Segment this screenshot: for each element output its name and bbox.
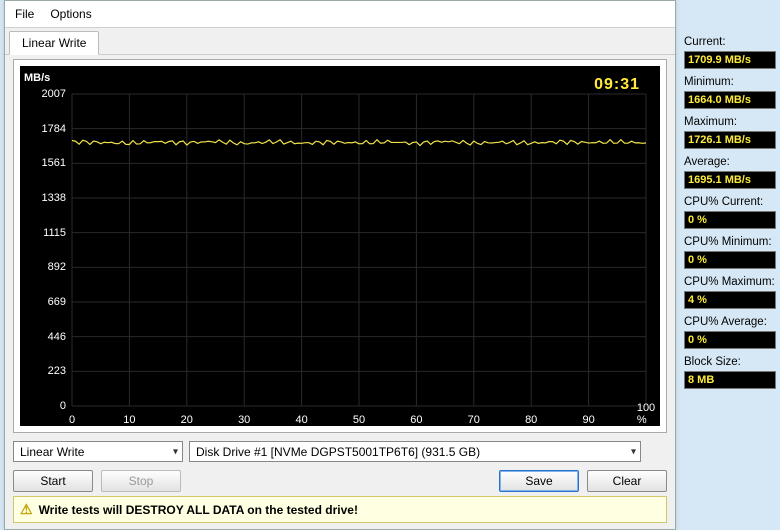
stats-panel: Current: 1709.9 MB/s Minimum: 1664.0 MB/… (684, 32, 776, 389)
menubar: File Options (5, 1, 675, 28)
stat-cpu-average-value: 0 % (684, 331, 776, 349)
tab-strip: Linear Write (5, 28, 675, 55)
stat-cpu-current-label: CPU% Current: (684, 192, 776, 208)
stat-cpu-minimum-value: 0 % (684, 251, 776, 269)
stat-current-label: Current: (684, 32, 776, 48)
chart-xtick: 60 (410, 414, 422, 426)
chart-ylabel: MB/s (24, 72, 50, 84)
stat-cpu-current-value: 0 % (684, 211, 776, 229)
stat-cpu-minimum-label: CPU% Minimum: (684, 232, 776, 248)
mode-select[interactable]: Linear Write ▾ (13, 441, 183, 462)
stat-average-label: Average: (684, 152, 776, 168)
menu-options[interactable]: Options (42, 5, 99, 23)
stat-minimum-label: Minimum: (684, 72, 776, 88)
chart-ytick: 669 (26, 296, 66, 308)
chart-ytick: 1784 (26, 123, 66, 135)
chart-grid (20, 66, 660, 426)
app-window: File Options Linear Write MB/s 09:31 200… (4, 0, 676, 530)
chart-xtick: 70 (468, 414, 480, 426)
clear-button[interactable]: Clear (587, 470, 667, 492)
chart-xtick: 50 (353, 414, 365, 426)
stat-block-size-label: Block Size: (684, 352, 776, 368)
chart-xtick: 0 (69, 414, 75, 426)
chart-ytick: 1561 (26, 157, 66, 169)
chart-xtick: 100 % (637, 402, 655, 426)
chart-panel: MB/s 09:31 2007 1784 1561 1338 1115 892 669 446… (13, 59, 667, 433)
stat-cpu-maximum-value: 4 % (684, 291, 776, 309)
chart-ytick: 1115 (26, 227, 66, 239)
chevron-down-icon: ▾ (631, 446, 636, 457)
chart-xtick: 90 (582, 414, 594, 426)
chart: MB/s 09:31 2007 1784 1561 1338 1115 892 669 446… (20, 66, 660, 426)
stat-cpu-maximum-label: CPU% Maximum: (684, 272, 776, 288)
chart-ytick: 446 (26, 331, 66, 343)
chart-xtick: 20 (181, 414, 193, 426)
chart-xtick: 10 (123, 414, 135, 426)
disk-select[interactable]: Disk Drive #1 [NVMe DGPST5001TP6T6] (931… (189, 441, 641, 462)
chart-ytick: 892 (26, 261, 66, 273)
chart-ytick: 2007 (26, 88, 66, 100)
stat-maximum-value: 1726.1 MB/s (684, 131, 776, 149)
chart-clock: 09:31 (594, 76, 640, 94)
chart-ytick: 1338 (26, 192, 66, 204)
disk-select-value: Disk Drive #1 [NVMe DGPST5001TP6T6] (931… (196, 445, 480, 459)
menu-file[interactable]: File (7, 5, 42, 23)
warning-icon: ⚠ (20, 501, 33, 518)
mode-select-value: Linear Write (20, 445, 84, 459)
chevron-down-icon: ▾ (173, 446, 178, 457)
stat-maximum-label: Maximum: (684, 112, 776, 128)
warning-bar: ⚠ Write tests will DESTROY ALL DATA on t… (13, 496, 667, 523)
start-button[interactable]: Start (13, 470, 93, 492)
stat-average-value: 1695.1 MB/s (684, 171, 776, 189)
chart-xtick: 30 (238, 414, 250, 426)
stat-current-value: 1709.9 MB/s (684, 51, 776, 69)
stop-button[interactable]: Stop (101, 470, 181, 492)
chart-ytick: 223 (26, 365, 66, 377)
chart-ytick: 0 (26, 400, 66, 412)
chart-xtick: 80 (525, 414, 537, 426)
chart-xtick: 40 (295, 414, 307, 426)
tab-linear-write[interactable]: Linear Write (9, 31, 99, 55)
warning-text: Write tests will DESTROY ALL DATA on the… (39, 503, 358, 517)
stat-block-size-value: 8 MB (684, 371, 776, 389)
stat-cpu-average-label: CPU% Average: (684, 312, 776, 328)
save-button[interactable]: Save (499, 470, 579, 492)
stat-minimum-value: 1664.0 MB/s (684, 91, 776, 109)
controls-row: Linear Write ▾ Disk Drive #1 [NVMe DGPST… (5, 437, 675, 466)
button-row: Start Stop Save Clear (5, 466, 675, 494)
